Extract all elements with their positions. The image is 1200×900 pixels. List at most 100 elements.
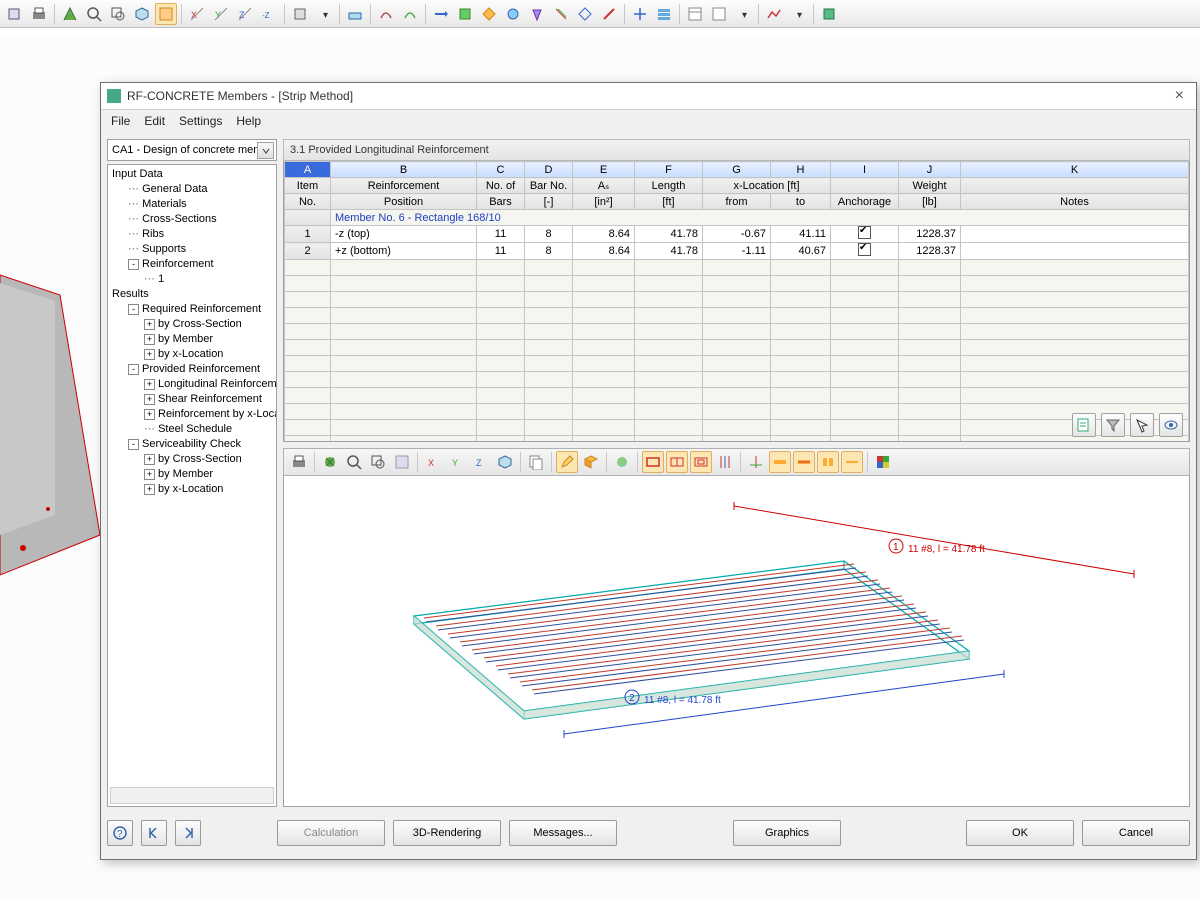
navigator-tree[interactable]: Input Data⋯ General Data⋯ Materials⋯ Cro…: [107, 164, 277, 807]
tree-node[interactable]: Input Data: [108, 167, 276, 182]
toolbar-btn-17[interactable]: [454, 3, 476, 25]
pv-btn-copy[interactable]: [525, 451, 547, 473]
col-letter[interactable]: E: [573, 162, 635, 178]
tree-node[interactable]: +Longitudinal Reinforcement: [108, 377, 276, 392]
pv-iso-icon[interactable]: [494, 451, 516, 473]
pv-btn-r1[interactable]: [642, 451, 664, 473]
tree-node[interactable]: +Reinforcement by x-Locatio: [108, 407, 276, 422]
ok-button[interactable]: OK: [966, 820, 1074, 846]
col-letter[interactable]: H: [771, 162, 831, 178]
print-icon[interactable]: [28, 3, 50, 25]
col-letter[interactable]: D: [525, 162, 573, 178]
toolbar-btn-28[interactable]: [763, 3, 785, 25]
tree-node[interactable]: +by x-Location: [108, 347, 276, 362]
pv-btn-ax[interactable]: [745, 451, 767, 473]
isometric-icon[interactable]: [131, 3, 153, 25]
pv-btn-y4[interactable]: [841, 451, 863, 473]
col-letter[interactable]: K: [961, 162, 1189, 178]
pv-print-icon[interactable]: [288, 451, 310, 473]
toolbar-btn-27[interactable]: [708, 3, 730, 25]
prev-case-button[interactable]: [141, 820, 167, 846]
pv-view-x-icon[interactable]: X: [422, 451, 444, 473]
toolbar-btn-3[interactable]: [59, 3, 81, 25]
tree-node[interactable]: +by Member: [108, 467, 276, 482]
tree-node[interactable]: +by x-Location: [108, 482, 276, 497]
toolbar-btn-21[interactable]: [550, 3, 572, 25]
toolbar-btn-23[interactable]: [598, 3, 620, 25]
pv-btn-edit[interactable]: [556, 451, 578, 473]
menu-help[interactable]: Help: [236, 114, 261, 128]
tree-node[interactable]: ⋯ 1: [108, 272, 276, 287]
tree-node[interactable]: -Reinforcement: [108, 257, 276, 272]
pv-btn-y1[interactable]: [769, 451, 791, 473]
pv-btn-y3[interactable]: [817, 451, 839, 473]
toolbar-btn-29[interactable]: [818, 3, 840, 25]
toolbar-btn-25[interactable]: [653, 3, 675, 25]
table-row[interactable]: 2+z (bottom)1188.6441.78-1.1140.671228.3…: [285, 243, 1189, 260]
anchorage-checkbox[interactable]: [858, 243, 871, 256]
zoom-extents-icon[interactable]: [83, 3, 105, 25]
toolbar-btn-22[interactable]: [574, 3, 596, 25]
pv-btn-green[interactable]: [611, 451, 633, 473]
view-x-icon[interactable]: X: [186, 3, 208, 25]
toolbar-btn-12[interactable]: [289, 3, 311, 25]
col-letter[interactable]: A: [285, 162, 331, 178]
tree-node[interactable]: -Provided Reinforcement: [108, 362, 276, 377]
anchorage-checkbox[interactable]: [858, 226, 871, 239]
menu-file[interactable]: File: [111, 114, 130, 128]
tree-node[interactable]: +by Member: [108, 332, 276, 347]
tree-node[interactable]: ⋯ Steel Schedule: [108, 422, 276, 437]
col-letter[interactable]: J: [899, 162, 961, 178]
toolbar-btn-26[interactable]: [684, 3, 706, 25]
grid-btn-view[interactable]: [1159, 413, 1183, 437]
case-combo[interactable]: CA1 - Design of concrete memb: [107, 139, 277, 161]
calculation-button[interactable]: Calculation: [277, 820, 385, 846]
help-button[interactable]: ?: [107, 820, 133, 846]
pv-btn-a[interactable]: [391, 451, 413, 473]
tree-node[interactable]: ⋯ Supports: [108, 242, 276, 257]
tree-node[interactable]: -Required Reinforcement: [108, 302, 276, 317]
tree-node[interactable]: ⋯ Ribs: [108, 227, 276, 242]
results-grid[interactable]: ABCDEFGHIJKItemReinforcementNo. ofBar No…: [283, 161, 1190, 442]
toolbar-btn-7[interactable]: [155, 3, 177, 25]
cancel-button[interactable]: Cancel: [1082, 820, 1190, 846]
dialog-titlebar[interactable]: RF-CONCRETE Members - [Strip Method] ×: [101, 83, 1196, 110]
pv-zoom-win-icon[interactable]: [367, 451, 389, 473]
pv-btn-3d[interactable]: [580, 451, 602, 473]
pv-bug-icon[interactable]: [319, 451, 341, 473]
grid-btn-filter[interactable]: [1101, 413, 1125, 437]
zoom-window-icon[interactable]: [107, 3, 129, 25]
tree-node[interactable]: +Shear Reinforcement: [108, 392, 276, 407]
pv-btn-bars[interactable]: [714, 451, 736, 473]
tree-node[interactable]: ⋯ Materials: [108, 197, 276, 212]
col-letter[interactable]: B: [331, 162, 477, 178]
pv-btn-color[interactable]: [872, 451, 894, 473]
tree-node[interactable]: Results: [108, 287, 276, 302]
pv-btn-r2[interactable]: [666, 451, 688, 473]
toolbar-btn-14[interactable]: [375, 3, 397, 25]
table-row[interactable]: 1-z (top)1188.6441.78-0.6741.111228.37: [285, 226, 1189, 243]
tree-node[interactable]: +by Cross-Section: [108, 452, 276, 467]
col-letter[interactable]: I: [831, 162, 899, 178]
grid-btn-select[interactable]: [1130, 413, 1154, 437]
toolbar-btn-28b[interactable]: ▾: [787, 3, 809, 25]
tree-node[interactable]: +by Cross-Section: [108, 317, 276, 332]
graphics-button[interactable]: Graphics: [733, 820, 841, 846]
preview-viewport[interactable]: 1 11 #8, l = 41.78 ft: [283, 476, 1190, 807]
toolbar-btn-15[interactable]: [399, 3, 421, 25]
view-z-icon[interactable]: Z: [234, 3, 256, 25]
next-case-button[interactable]: [175, 820, 201, 846]
col-letter[interactable]: F: [635, 162, 703, 178]
toolbar-btn-18[interactable]: [478, 3, 500, 25]
pv-btn-y2[interactable]: [793, 451, 815, 473]
view-neg-z-icon[interactable]: -Z: [258, 3, 280, 25]
rendering-button[interactable]: 3D-Rendering: [393, 820, 501, 846]
col-letter[interactable]: G: [703, 162, 771, 178]
toolbar-btn-12b[interactable]: ▾: [313, 3, 335, 25]
pv-view-y-icon[interactable]: Y: [446, 451, 468, 473]
tree-scrollbar[interactable]: [110, 787, 274, 804]
pv-zoom-icon[interactable]: [343, 451, 365, 473]
toolbar-btn-16[interactable]: [430, 3, 452, 25]
toolbar-btn-20[interactable]: [526, 3, 548, 25]
tree-node[interactable]: ⋯ Cross-Sections: [108, 212, 276, 227]
